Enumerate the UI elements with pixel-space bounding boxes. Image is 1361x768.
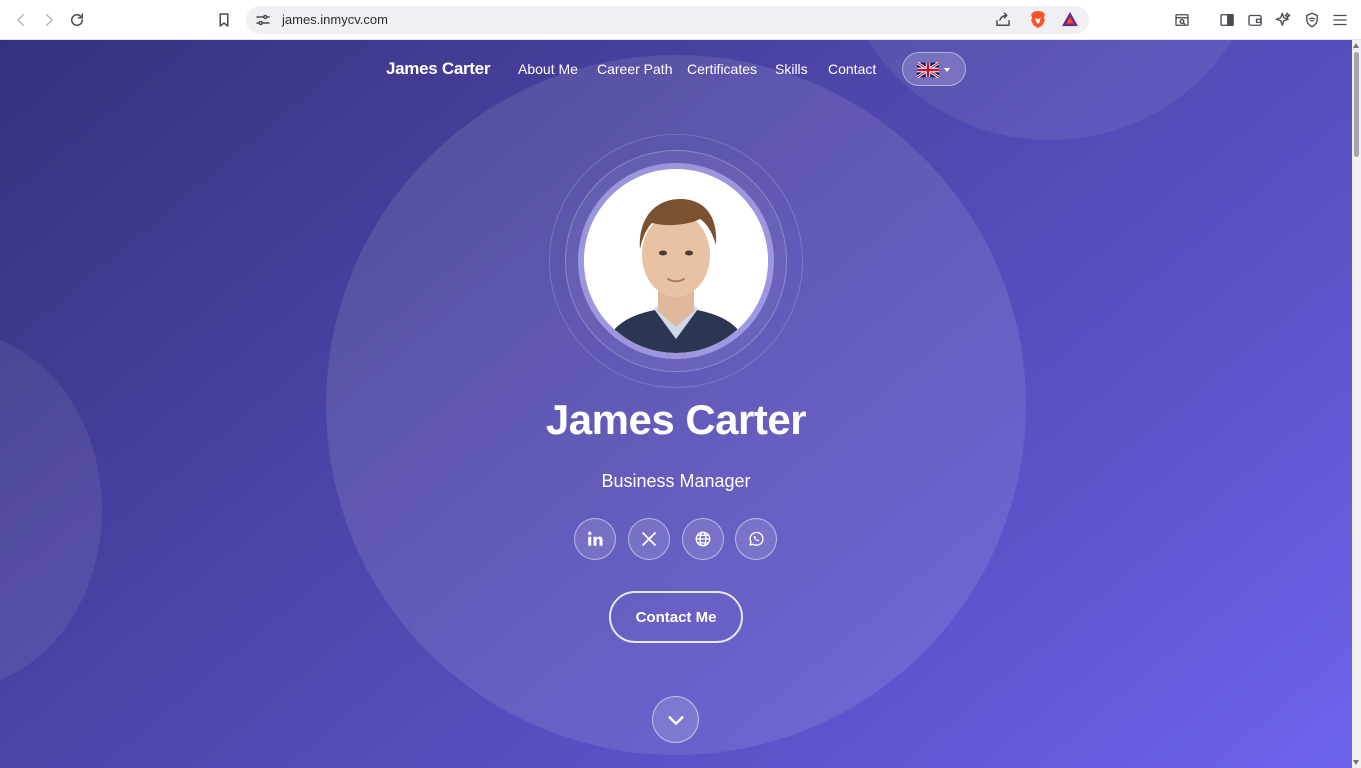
site-settings-icon[interactable] xyxy=(254,11,272,29)
x-icon xyxy=(642,532,656,546)
hero-section: James Carter About Me Career Path Certif… xyxy=(0,40,1352,768)
page-scrollbar[interactable] xyxy=(1352,40,1361,768)
chevron-down-icon xyxy=(667,715,684,725)
address-bar[interactable]: james.inmycv.com xyxy=(246,6,1089,34)
nav-link-about-me[interactable]: About Me xyxy=(518,61,578,77)
nav-link-career-path[interactable]: Career Path xyxy=(597,61,672,77)
website-link[interactable] xyxy=(682,518,724,560)
reload-icon[interactable] xyxy=(65,8,89,32)
nav-link-skills[interactable]: Skills xyxy=(775,61,808,77)
back-icon[interactable] xyxy=(9,8,33,32)
uk-flag-icon xyxy=(917,62,939,78)
scrollbar-thumb[interactable] xyxy=(1354,52,1359,157)
contact-me-button[interactable]: Contact Me xyxy=(609,591,743,643)
forward-icon[interactable] xyxy=(37,8,61,32)
nav-link-contact[interactable]: Contact xyxy=(828,61,876,77)
linkedin-icon xyxy=(588,531,603,546)
linkedin-link[interactable] xyxy=(574,518,616,560)
whatsapp-link[interactable] xyxy=(735,518,777,560)
whatsapp-icon xyxy=(749,531,764,546)
language-selector[interactable] xyxy=(902,52,966,86)
sidebar-icon[interactable] xyxy=(1215,8,1239,32)
url-text[interactable]: james.inmycv.com xyxy=(282,12,388,27)
browser-toolbar: james.inmycv.com xyxy=(0,0,1361,40)
x-link[interactable] xyxy=(628,518,670,560)
scroll-down-arrow[interactable] xyxy=(1353,760,1359,765)
bookmark-icon[interactable] xyxy=(212,8,236,32)
reader-mode-icon[interactable] xyxy=(1170,8,1194,32)
leo-ai-icon[interactable] xyxy=(1271,8,1295,32)
brave-shields-icon[interactable] xyxy=(1029,10,1047,29)
hero-role: Business Manager xyxy=(601,471,751,491)
site-nav: James Carter About Me Career Path Certif… xyxy=(0,40,1352,98)
wallet-icon[interactable] xyxy=(1243,8,1267,32)
chevron-down-icon xyxy=(944,68,950,72)
menu-icon[interactable] xyxy=(1328,8,1352,32)
nav-link-certificates[interactable]: Certificates xyxy=(687,61,757,77)
hero-name: James Carter xyxy=(545,396,807,443)
scroll-up-arrow[interactable] xyxy=(1353,43,1359,48)
vpn-icon[interactable] xyxy=(1300,8,1324,32)
brand-logo[interactable]: James Carter xyxy=(386,59,490,79)
decorative-circle xyxy=(0,330,102,690)
globe-icon xyxy=(695,531,711,547)
share-icon[interactable] xyxy=(994,11,1012,29)
brave-rewards-icon[interactable] xyxy=(1061,11,1079,27)
avatar xyxy=(584,169,768,353)
scroll-down-button[interactable] xyxy=(652,696,699,743)
